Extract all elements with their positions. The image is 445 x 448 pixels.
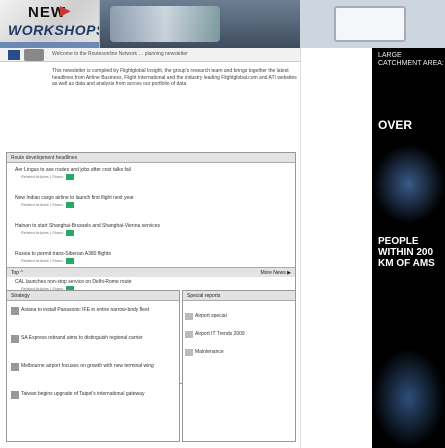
header-right-panel bbox=[300, 0, 445, 48]
monitor-image bbox=[334, 6, 406, 42]
special-reports-panel: Special reports Airport special Airport … bbox=[182, 290, 296, 442]
strategy-link[interactable]: Taiwan begins upgrade of Taipei's intern… bbox=[21, 391, 144, 397]
welcome-strip: Welcome to the Routesonline Network … pl… bbox=[0, 48, 300, 62]
related-share-meta[interactable]: Related Articles | Share: bbox=[21, 174, 64, 179]
headline-link[interactable]: Russia to permit trans-Siberian A380 fli… bbox=[15, 251, 111, 257]
route-headline-item[interactable]: New Indian cargo airline to launch first… bbox=[15, 195, 134, 208]
ad-glow-graphic-2 bbox=[372, 348, 445, 448]
headline-link[interactable]: CAL launches non-stop service on Delhi-R… bbox=[15, 279, 132, 285]
share-icon[interactable] bbox=[65, 230, 74, 236]
headline-link[interactable]: Aer Lingus to axe routes and jobs after … bbox=[15, 167, 131, 173]
report-thumbnail bbox=[185, 313, 193, 320]
header-brand: NEW ▶ WORKSHOPS bbox=[0, 0, 100, 48]
layout-gutter bbox=[300, 48, 372, 448]
strategy-panel: Strategy Asiana to install Panasonic IFE… bbox=[6, 290, 180, 442]
route-headline-item[interactable]: Aer Lingus to axe routes and jobs after … bbox=[15, 167, 131, 180]
airplane-image bbox=[110, 6, 220, 42]
article-thumbnail bbox=[11, 335, 19, 343]
special-reports-heading: Special reports bbox=[183, 291, 295, 301]
brand-arrow-icon: ▶ bbox=[60, 2, 71, 18]
ad-over-text: OVER bbox=[378, 118, 413, 132]
ad-glow-graphic bbox=[372, 144, 445, 224]
network-logo-icon bbox=[24, 49, 44, 61]
welcome-text: Welcome to the Routesonline Network … pl… bbox=[52, 51, 188, 57]
headline-link[interactable]: Hainan to start Shanghai-Brussels and Sh… bbox=[15, 223, 160, 229]
more-news-link[interactable]: More News ▶ bbox=[260, 270, 291, 276]
special-report-item[interactable]: Maintenance bbox=[185, 349, 291, 356]
strategy-item[interactable]: Taiwan begins upgrade of Taipei's intern… bbox=[11, 391, 171, 399]
article-thumbnail bbox=[11, 307, 19, 315]
right-advertisement[interactable]: LARGE CATCHMENT AREA: OVER PEOPLE WITHIN… bbox=[372, 48, 445, 448]
share-icon[interactable] bbox=[65, 202, 74, 208]
brand-workshops-text: WORKSHOPS bbox=[8, 22, 100, 38]
strategy-heading: Strategy bbox=[7, 291, 179, 301]
related-share-meta[interactable]: Related Articles | Share: bbox=[21, 258, 64, 263]
share-icon[interactable] bbox=[65, 258, 74, 264]
report-thumbnail bbox=[185, 349, 193, 356]
strategy-link[interactable]: Melbourne airport focuses on growth with… bbox=[21, 363, 154, 369]
strategy-link[interactable]: Asiana to install Panasonic IFE in entir… bbox=[21, 307, 149, 313]
article-thumbnail bbox=[11, 391, 19, 399]
strategy-item[interactable]: Asiana to install Panasonic IFE in entir… bbox=[11, 307, 171, 315]
strategy-link[interactable]: SA Express rebrand aims to distinguish r… bbox=[21, 335, 143, 341]
strategy-item[interactable]: Melbourne airport focuses on growth with… bbox=[11, 363, 171, 371]
share-icon[interactable] bbox=[65, 174, 74, 180]
route-headline-item[interactable]: Russia to permit trans-Siberian A380 fli… bbox=[15, 251, 111, 264]
route-panel-footer: Top ^ More News ▶ bbox=[7, 267, 295, 277]
special-report-link[interactable]: Maintenance bbox=[195, 349, 224, 355]
report-thumbnail bbox=[185, 331, 193, 338]
special-report-link[interactable]: Airport special bbox=[195, 313, 227, 319]
intro-paragraph: This newsletter is compiled by Flightglo… bbox=[52, 68, 297, 87]
special-report-link[interactable]: Airport IT Trends 2009 bbox=[195, 331, 245, 337]
header-banner-image bbox=[100, 0, 300, 48]
top-link[interactable]: Top ^ bbox=[11, 270, 23, 276]
route-headline-item[interactable]: Hainan to start Shanghai-Brussels and Sh… bbox=[15, 223, 160, 236]
special-report-item[interactable]: Airport special bbox=[185, 313, 291, 320]
flightglobal-logo-icon bbox=[8, 50, 20, 60]
ad-people-text: PEOPLE WITHIN 200 KM OF AMS bbox=[378, 236, 435, 269]
ad-catchment-text: LARGE CATCHMENT AREA: bbox=[378, 52, 444, 67]
strategy-item[interactable]: SA Express rebrand aims to distinguish r… bbox=[11, 335, 171, 343]
headline-link[interactable]: New Indian cargo airline to launch first… bbox=[15, 195, 134, 201]
article-thumbnail bbox=[11, 363, 19, 371]
related-share-meta[interactable]: Related Articles | Share: bbox=[21, 202, 64, 207]
route-panel-heading: Route development headlines bbox=[7, 153, 295, 163]
related-share-meta[interactable]: Related Articles | Share: bbox=[21, 230, 64, 235]
special-report-item[interactable]: Airport IT Trends 2009 bbox=[185, 331, 291, 338]
